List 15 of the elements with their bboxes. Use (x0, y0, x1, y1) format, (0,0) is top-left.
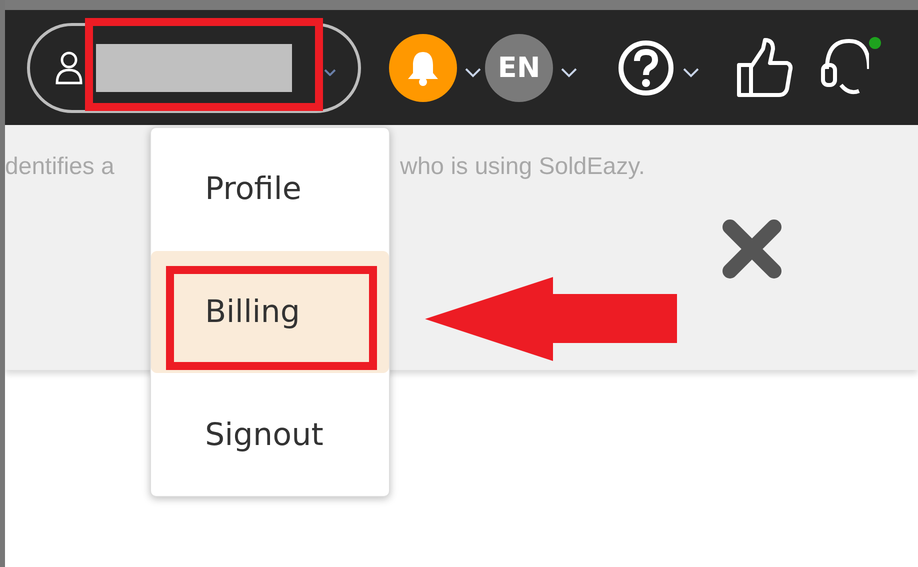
caret-icon (324, 69, 336, 76)
user-dropdown[interactable] (27, 22, 361, 112)
arrow-icon (425, 275, 679, 363)
caret-icon[interactable] (559, 66, 579, 80)
caret-icon[interactable] (681, 66, 701, 80)
language-button[interactable]: EN (485, 34, 553, 102)
menu-item[interactable]: Signout (151, 373, 389, 496)
help-icon[interactable] (617, 38, 675, 96)
close-icon[interactable] (720, 219, 784, 279)
thumbs-up-icon[interactable] (735, 36, 795, 98)
menu-item[interactable]: Profile (151, 128, 389, 251)
banner-text: who is using SoldEazy. (400, 153, 646, 181)
user-icon (54, 50, 84, 86)
caret-icon[interactable] (463, 66, 483, 80)
banner-text: dentifies a (5, 153, 116, 181)
